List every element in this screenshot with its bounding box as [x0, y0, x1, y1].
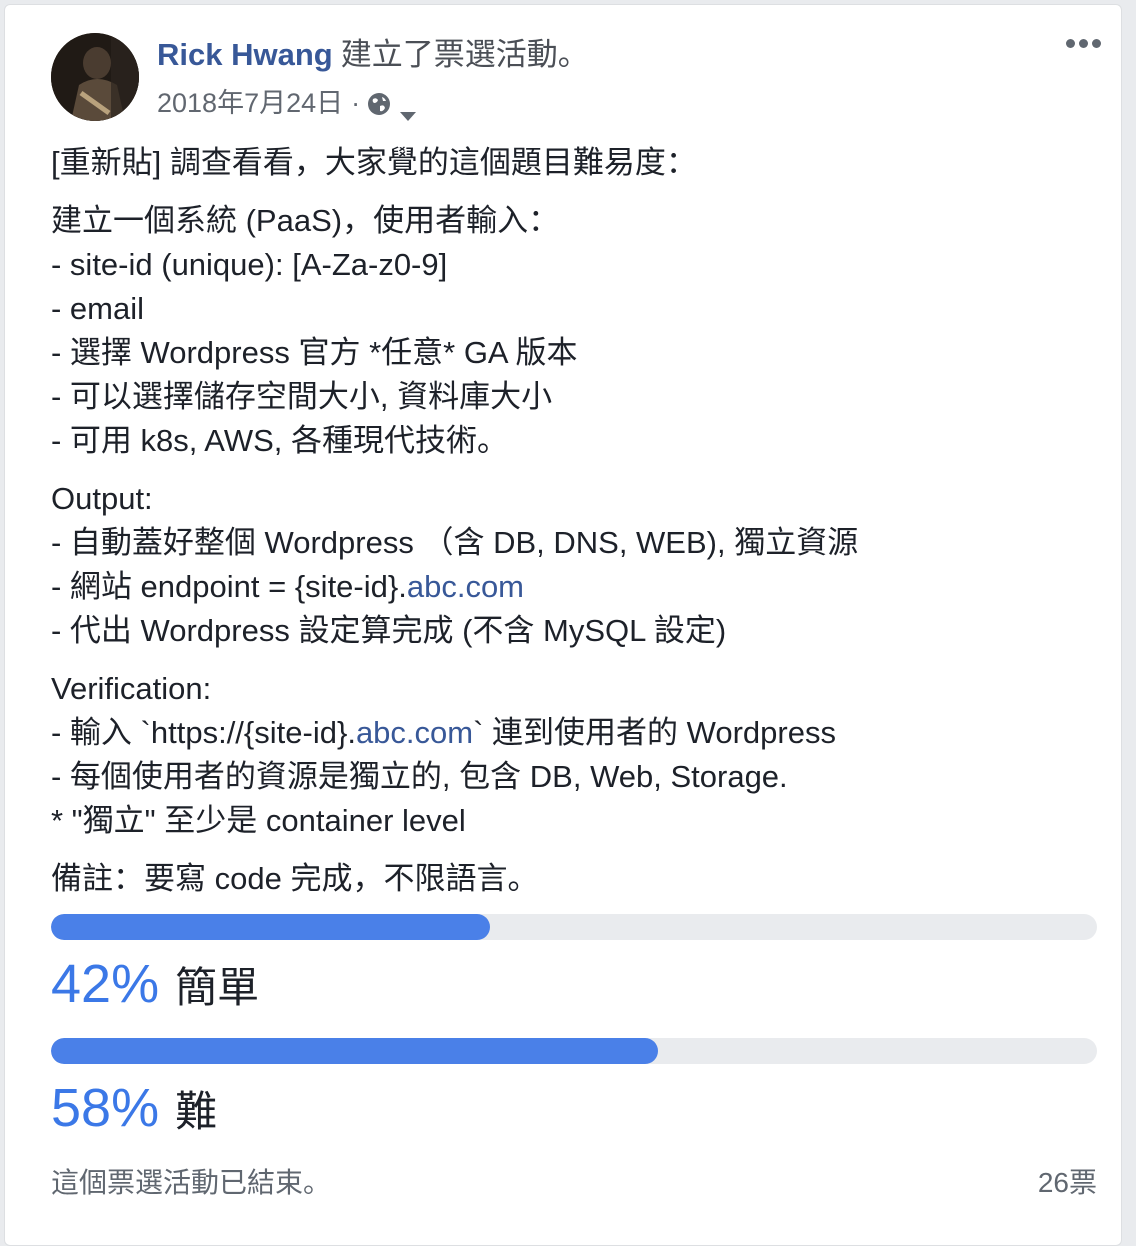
post-action-text: 建立了票選活動。 — [340, 37, 589, 72]
poll-vote-count[interactable]: 26票 — [1038, 1163, 1097, 1203]
poll-footer: 這個票選活動已結束。 26票 — [51, 1163, 1097, 1203]
author-avatar[interactable] — [51, 33, 139, 121]
poll-status: 這個票選活動已結束。 — [51, 1167, 332, 1198]
output-line: - 網站 endpoint = {site-id}.abc.com — [51, 565, 1101, 609]
intro-paragraph: [重新貼] 調查看看，大家覺的這個題目難易度： — [51, 141, 1101, 185]
post-body: [重新貼] 調查看看，大家覺的這個題目難易度： 建立一個系統 (PaaS)，使用… — [51, 141, 1101, 915]
output-paragraph: Output: - 自動蓋好整個 Wordpress （含 DB, DNS, W… — [51, 477, 1101, 653]
verification-heading: Verification: — [51, 671, 212, 706]
poll-percent: 42% — [51, 954, 160, 1014]
poll-option-text: 難 — [175, 1088, 218, 1135]
audience-dropdown-icon[interactable] — [398, 96, 418, 121]
endpoint-link[interactable]: abc.com — [407, 569, 524, 604]
spec-line: - email — [51, 291, 145, 326]
poll-option-label: 42% 簡單 — [51, 954, 1097, 1015]
output-endpoint-text: - 網站 endpoint = {site-id}. — [51, 569, 407, 604]
output-line: - 自動蓋好整個 Wordpress （含 DB, DNS, WEB), 獨立資… — [51, 525, 859, 560]
spec-line: - site-id (unique): [A-Za-z0-9] — [51, 247, 448, 282]
verification-line: - 輸入 `https://{site-id}.abc.com` 連到使用者的 … — [51, 711, 1101, 755]
poll-bar-fill — [51, 1038, 658, 1064]
note-paragraph: 備註：要寫 code 完成，不限語言。 — [51, 857, 1101, 901]
poll-percent: 58% — [51, 1078, 160, 1138]
poll-bar-fill — [51, 914, 491, 940]
post-meta: 2018年7月24日 · — [157, 85, 418, 121]
poll-option[interactable]: 42% 簡單 — [51, 914, 1097, 1015]
output-heading: Output: — [51, 481, 153, 516]
verification-url-prefix: - 輸入 `https://{site-id}. — [51, 715, 356, 750]
poll-bar-track — [51, 1038, 1097, 1064]
poll-option-label: 58% 難 — [51, 1078, 1097, 1139]
author-name[interactable]: Rick Hwang — [157, 37, 333, 72]
output-line: - 代出 Wordpress 設定算完成 (不含 MySQL 設定) — [51, 613, 727, 648]
verification-url-suffix: ` 連到使用者的 Wordpress — [473, 715, 836, 750]
poll-option-text: 簡單 — [175, 964, 260, 1011]
post-date[interactable]: 2018年7月24日 — [157, 85, 343, 121]
more-options-icon[interactable] — [1066, 39, 1101, 48]
note-text: 備註：要寫 code 完成，不限語言。 — [51, 861, 539, 896]
verification-line: * "獨立" 至少是 container level — [51, 803, 466, 838]
spec-line: - 選擇 Wordpress 官方 *任意* GA 版本 — [51, 335, 578, 370]
spec-line: - 可用 k8s, AWS, 各種現代技術。 — [51, 423, 508, 458]
verification-paragraph: Verification: - 輸入 `https://{site-id}.ab… — [51, 667, 1101, 843]
verification-link[interactable]: abc.com — [356, 715, 473, 750]
poll-option[interactable]: 58% 難 — [51, 1038, 1097, 1139]
verification-line: - 每個使用者的資源是獨立的, 包含 DB, Web, Storage. — [51, 759, 788, 794]
post-header: Rick Hwang 建立了票選活動。 — [157, 35, 589, 75]
meta-separator: · — [351, 88, 361, 118]
avatar-photo — [51, 33, 139, 121]
spec-heading: 建立一個系統 (PaaS)，使用者輸入： — [51, 203, 560, 238]
spec-paragraph: 建立一個系統 (PaaS)，使用者輸入： - site-id (unique):… — [51, 199, 1101, 463]
poll-bar-track — [51, 914, 1097, 940]
spec-line: - 可以選擇儲存空間大小, 資料庫大小 — [51, 379, 553, 414]
post-card: Rick Hwang 建立了票選活動。 2018年7月24日 · [重新貼] 調查… — [4, 4, 1122, 1246]
intro-text: [重新貼] 調查看看，大家覺的這個題目難易度： — [51, 145, 697, 180]
globe-icon[interactable] — [366, 90, 392, 116]
